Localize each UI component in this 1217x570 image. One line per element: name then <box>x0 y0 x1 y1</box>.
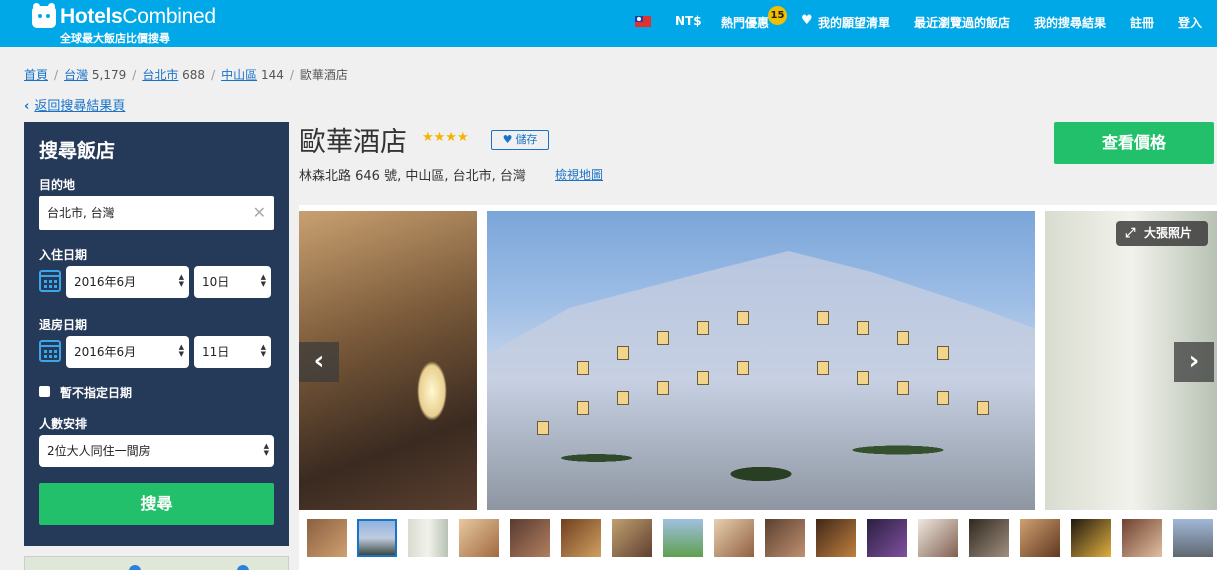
photo-thumbnail[interactable] <box>561 519 601 557</box>
hotel-search-panel: 搜尋飯店 目的地 台北市, 台灣 ✕ 入住日期 2016年6月 ▲ ▼ 10日 ▲ ▼ … <box>24 122 289 546</box>
logo-name: HotelsCombined <box>60 5 216 28</box>
heart-icon: ♥ <box>502 133 513 146</box>
search-panel-title: 搜尋飯店 <box>39 140 116 162</box>
large-photos-button[interactable]: ⤢ 大張照片 <box>1116 221 1208 246</box>
destination-label: 目的地 <box>39 178 76 192</box>
map-marker-icon <box>129 565 141 570</box>
photo-thumbnail[interactable] <box>1173 519 1213 557</box>
guests-select[interactable]: 2位大人同住一間房 ▲ ▼ <box>39 435 274 467</box>
photo-gallery: ‹ › ⤢ 大張照片 <box>299 205 1217 515</box>
breadcrumb-city[interactable]: 台北市 <box>142 68 178 82</box>
hot-deals-link[interactable]: 熱門優惠 <box>721 14 769 31</box>
top-navigation-bar: HotelsCombined 全球最大飯店比價搜尋 NT$ 熱門優惠 15 ♥ … <box>0 0 1217 47</box>
photo-thumbnail[interactable] <box>918 519 958 557</box>
photo-thumbnail[interactable] <box>1020 519 1060 557</box>
no-dates-label: 暫不指定日期 <box>60 386 133 400</box>
select-arrows-icon: ▲ ▼ <box>178 343 184 358</box>
map-preview[interactable] <box>24 556 289 570</box>
breadcrumb-current: 歐華酒店 <box>299 68 348 82</box>
thumbnail-strip <box>299 515 1217 570</box>
calendar-icon[interactable] <box>39 270 61 292</box>
heart-icon: ♥ <box>801 13 813 28</box>
currency-selector[interactable]: NT$ <box>675 14 702 28</box>
checkin-month-select[interactable]: 2016年6月 ▲ ▼ <box>66 266 189 298</box>
bear-logo-icon <box>32 3 56 28</box>
no-dates-checkbox[interactable] <box>39 386 50 397</box>
my-search-results-link[interactable]: 我的搜尋結果 <box>1034 14 1106 31</box>
hotel-address: 林森北路 646 號, 中山區, 台北市, 台灣 <box>299 169 526 184</box>
clear-icon[interactable]: ✕ <box>253 196 266 230</box>
checkout-label: 退房日期 <box>39 318 88 332</box>
photo-thumbnail[interactable] <box>612 519 652 557</box>
photo-thumbnail[interactable] <box>307 519 347 557</box>
breadcrumb-district-count: 144 <box>260 68 284 82</box>
photo-thumbnail[interactable] <box>816 519 856 557</box>
taiwan-flag-icon[interactable] <box>635 16 651 27</box>
hotel-exterior-photo[interactable] <box>487 211 1035 510</box>
search-button[interactable]: 搜尋 <box>39 483 274 525</box>
recently-viewed-link[interactable]: 最近瀏覽過的飯店 <box>914 14 1010 31</box>
breadcrumb-city-count: 688 <box>182 68 206 82</box>
view-map-link[interactable]: 檢視地圖 <box>555 166 603 183</box>
logo-tagline: 全球最大飯店比價搜尋 <box>60 32 170 45</box>
checkin-day-select[interactable]: 10日 ▲ ▼ <box>194 266 271 298</box>
expand-icon: ⤢ <box>1125 226 1136 241</box>
save-button[interactable]: ♥ 儲存 <box>491 130 549 150</box>
photo-thumbnail[interactable] <box>459 519 499 557</box>
photo-thumbnail[interactable] <box>867 519 907 557</box>
photo-thumbnail[interactable] <box>663 519 703 557</box>
breadcrumb-country[interactable]: 台灣 <box>64 68 88 82</box>
chevron-left-icon: ‹ <box>24 99 30 114</box>
checkin-label: 入住日期 <box>39 248 88 262</box>
photo-thumbnail[interactable] <box>969 519 1009 557</box>
login-link[interactable]: 登入 <box>1178 14 1202 31</box>
chevron-right-icon[interactable]: › <box>1174 342 1214 382</box>
destination-input[interactable]: 台北市, 台灣 ✕ <box>39 196 274 230</box>
select-arrows-icon: ▲ ▼ <box>260 343 266 358</box>
photo-thumbnail[interactable] <box>1122 519 1162 557</box>
view-prices-button[interactable]: 查看價格 <box>1054 122 1214 164</box>
hotel-name: 歐華酒店 <box>299 127 407 158</box>
photo-thumbnail[interactable] <box>714 519 754 557</box>
breadcrumb-home[interactable]: 首頁 <box>24 68 48 82</box>
photo-thumbnail[interactable] <box>1071 519 1111 557</box>
select-arrows-icon: ▲ ▼ <box>260 273 266 288</box>
wishlist-link[interactable]: 我的願望清單 <box>818 14 890 31</box>
chevron-left-icon[interactable]: ‹ <box>299 342 339 382</box>
breadcrumb-country-count: 5,179 <box>91 68 127 82</box>
breadcrumb-district[interactable]: 中山區 <box>221 68 257 82</box>
photo-thumbnail[interactable] <box>408 519 448 557</box>
register-link[interactable]: 註冊 <box>1130 14 1154 31</box>
back-to-results-link[interactable]: ‹ 返回搜尋結果頁 <box>24 95 125 114</box>
checkout-day-select[interactable]: 11日 ▲ ▼ <box>194 336 271 368</box>
photo-thumbnail[interactable] <box>765 519 805 557</box>
checkout-month-select[interactable]: 2016年6月 ▲ ▼ <box>66 336 189 368</box>
photo-thumbnail[interactable] <box>357 519 397 557</box>
star-rating: ★★★★ <box>422 130 469 145</box>
select-arrows-icon: ▲ ▼ <box>178 273 184 288</box>
hotelscombined-logo[interactable]: HotelsCombined 全球最大飯店比價搜尋 <box>32 3 222 45</box>
breadcrumb: 首頁 / 台灣 5,179/台北市 688/中山區 144/歐華酒店 <box>24 68 348 82</box>
calendar-icon[interactable] <box>39 340 61 362</box>
hot-deals-count-badge: 15 <box>768 6 787 25</box>
guests-label: 人數安排 <box>39 417 88 431</box>
select-arrows-icon: ▲ ▼ <box>263 442 269 457</box>
map-marker-icon <box>237 565 249 570</box>
photo-thumbnail[interactable] <box>510 519 550 557</box>
